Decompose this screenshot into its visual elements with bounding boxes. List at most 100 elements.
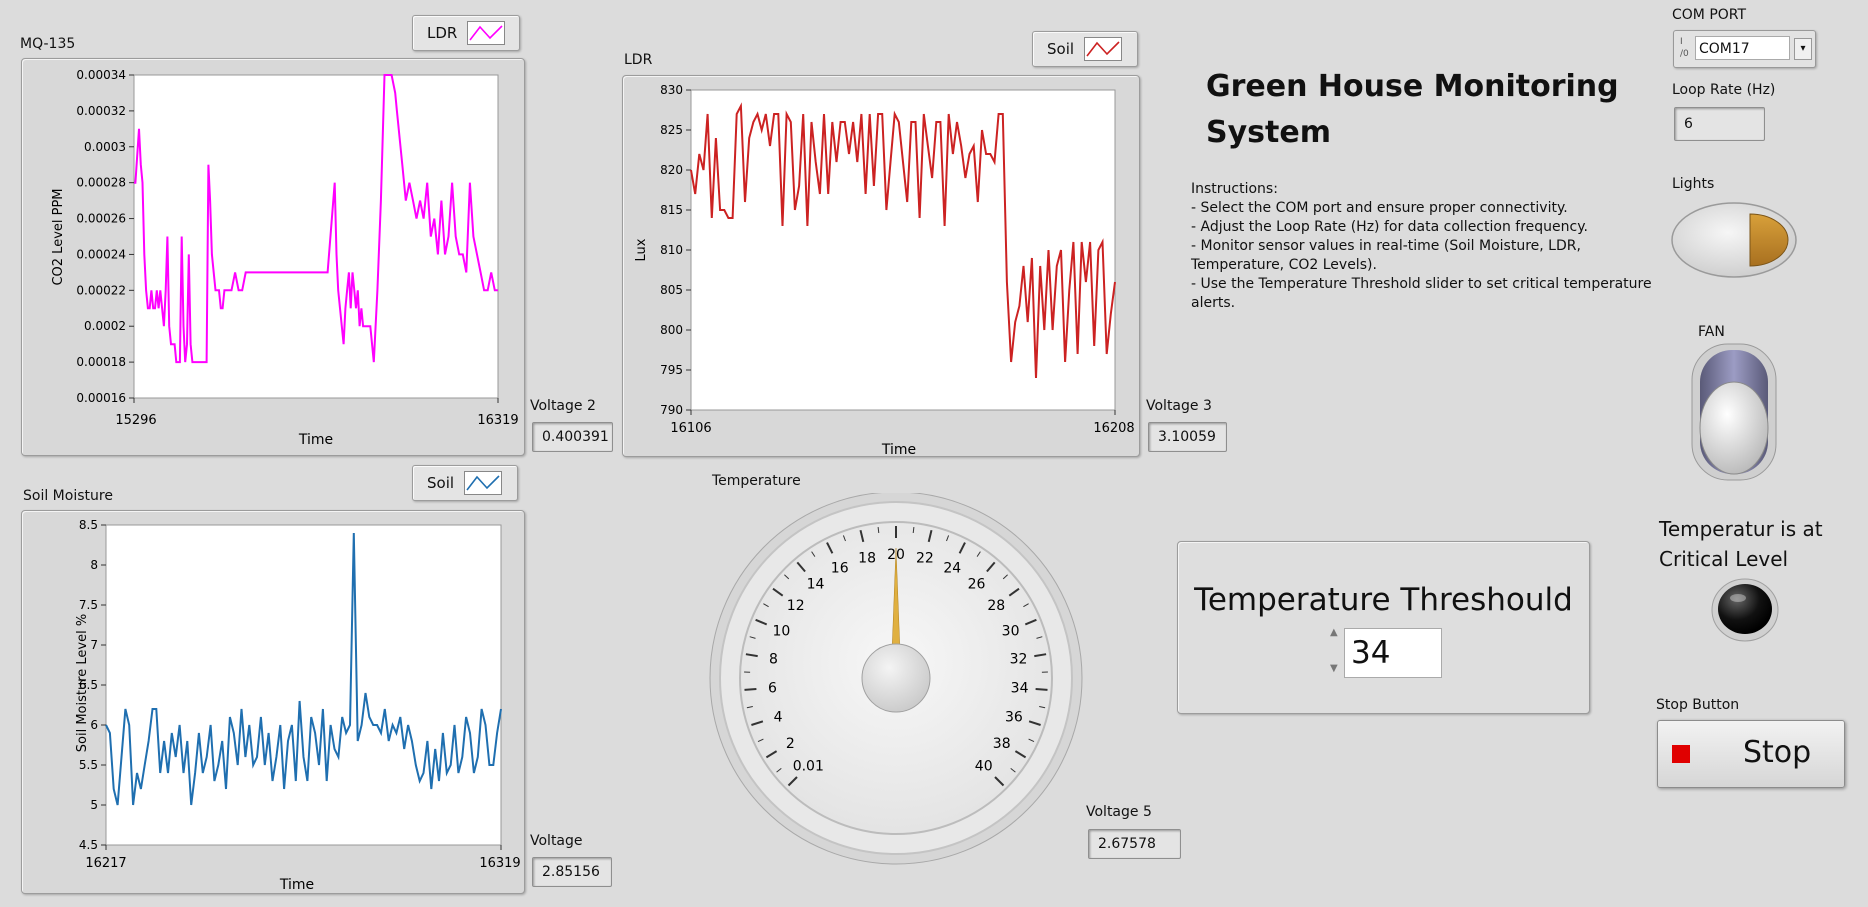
gauge-scale-label: 8	[769, 652, 778, 668]
title-line-2: System	[1206, 115, 1331, 150]
y-tick-label: 0.00018	[76, 355, 126, 369]
gauge-scale-label: 2	[786, 736, 795, 752]
mq135-legend[interactable]: LDR	[412, 15, 520, 51]
gauge-scale-label: 40	[975, 759, 993, 775]
y-tick-label: 6	[90, 718, 98, 732]
gauge-scale-label: 18	[858, 550, 876, 566]
x-max-label: 16319	[477, 413, 518, 428]
y-tick-label: 0.0003	[84, 140, 126, 154]
voltage3-label: Voltage 3	[1146, 398, 1212, 414]
soil-legend-label: Soil	[427, 474, 455, 492]
instructions: Instructions: - Select the COM port and …	[1191, 180, 1652, 313]
y-tick-label: 0.00016	[76, 391, 126, 405]
instruction-line: - Adjust the Loop Rate (Hz) for data col…	[1191, 219, 1588, 235]
ldr-chart-panel: 830 825 820 815 810 805 800 795 790 16106 16208 …	[622, 75, 1140, 457]
voltage2-indicator: 0.400391	[532, 422, 613, 452]
y-tick-label: 0.00028	[76, 176, 126, 190]
gauge-scale-label: 14	[807, 577, 825, 593]
critical-line-1: Temperatur is at	[1659, 517, 1823, 541]
gauge-scale-label: 22	[916, 550, 934, 566]
voltage3-indicator: 3.10059	[1148, 422, 1227, 452]
threshold-panel: Temperature Threshould ▲ ▼ 34	[1177, 541, 1590, 714]
y-tick-label: 8.5	[79, 518, 98, 532]
y-tick-label: 825	[660, 123, 683, 137]
y-axis-title: Soil Moisture Level %	[75, 614, 90, 752]
gauge-scale-label: 32	[1010, 652, 1028, 668]
y-tick-label: 800	[660, 323, 683, 337]
y-tick-label: 810	[660, 243, 683, 257]
stop-button[interactable]: Stop	[1657, 720, 1845, 788]
threshold-input[interactable]: 34	[1344, 628, 1442, 678]
fan-toggle-switch[interactable]	[1688, 342, 1780, 482]
critical-line-2: Critical Level	[1659, 547, 1789, 571]
y-axis-title: Lux	[634, 238, 649, 261]
mq135-legend-label: LDR	[427, 24, 458, 42]
voltage-indicator: 2.85156	[532, 857, 612, 887]
temperature-label: Temperature	[712, 473, 801, 489]
instruction-line: - Select the COM port and ensure proper …	[1191, 200, 1568, 216]
y-tick-label: 4.5	[79, 838, 98, 852]
stop-square-icon	[1672, 745, 1690, 763]
gauge-scale-label: 6	[768, 681, 777, 697]
gauge-scale-label: 10	[772, 624, 790, 640]
instruction-line: Instructions:	[1191, 181, 1278, 197]
y-tick-label: 0.0002	[84, 319, 126, 333]
mq135-chart-label: MQ-135	[20, 36, 76, 52]
x-min-label: 16217	[85, 856, 126, 871]
y-tick-label: 820	[660, 163, 683, 177]
y-tick-label: 0.00032	[76, 104, 126, 118]
instruction-line: - Use the Temperature Threshold slider t…	[1191, 276, 1652, 292]
voltage2-label: Voltage 2	[530, 398, 596, 414]
x-max-label: 16208	[1093, 421, 1134, 436]
x-axis-title: Time	[298, 432, 333, 448]
increment-arrow-icon[interactable]: ▲	[1330, 627, 1344, 639]
y-tick-label: 7.5	[79, 598, 98, 612]
gauge-scale-label: 4	[774, 709, 783, 725]
ldr-legend-label: Soil	[1047, 40, 1075, 58]
y-tick-label: 0.00034	[76, 68, 126, 82]
stop-button-text: Stop	[1743, 735, 1812, 770]
decrement-arrow-icon[interactable]: ▼	[1330, 663, 1344, 675]
x-min-label: 15296	[115, 413, 156, 428]
stop-button-label: Stop Button	[1656, 697, 1740, 713]
mq135-chart-panel: 0.00034 0.00032 0.0003 0.00028 0.00026 0.0002…	[21, 58, 525, 456]
voltage5-label: Voltage 5	[1086, 804, 1152, 820]
ldr-legend[interactable]: Soil	[1032, 31, 1138, 67]
gauge-scale-label: 30	[1002, 624, 1020, 640]
y-tick-label: 8	[90, 558, 98, 572]
io-icon: I/0	[1680, 37, 1689, 59]
gauge-scale-label: 28	[987, 598, 1005, 614]
mq135-legend-swatch-icon	[467, 21, 506, 45]
title-line-1: Green House Monitoring	[1206, 69, 1619, 104]
soil-chart[interactable]: 8.587.576.565.554.5 16217 16319 Time Soi…	[22, 511, 524, 893]
mq135-chart[interactable]: 0.00034 0.00032 0.0003 0.00028 0.00026 0.0002…	[22, 59, 524, 455]
y-tick-label: 5	[90, 798, 98, 812]
critical-level-led	[1711, 578, 1779, 642]
loop-rate-input[interactable]: 6	[1674, 107, 1765, 141]
x-min-label: 16106	[670, 421, 711, 436]
instruction-line: - Monitor sensor values in real-time (So…	[1191, 238, 1581, 254]
gauge-tick	[744, 688, 757, 691]
ldr-chart-label: LDR	[624, 52, 653, 68]
gauge-scale-label: 24	[943, 561, 961, 577]
lights-label: Lights	[1672, 176, 1715, 192]
soil-legend[interactable]: Soil	[412, 465, 518, 501]
threshold-stepper[interactable]: ▲ ▼	[1330, 627, 1344, 679]
com-port-select[interactable]: I/0 COM17 ▾	[1673, 30, 1816, 68]
gauge-scale-label: 38	[993, 736, 1011, 752]
ldr-chart[interactable]: 830825820815810805800795790 16106 16208 …	[623, 76, 1139, 456]
com-port-label: COM PORT	[1672, 7, 1747, 23]
y-tick-label: 815	[660, 203, 683, 217]
temperature-gauge[interactable]: 0.01246810121416182022242628303234363840	[708, 493, 1088, 867]
y-tick-label: 0.00022	[76, 283, 126, 297]
gauge-scale-label: 12	[787, 598, 805, 614]
lights-led	[1671, 202, 1797, 278]
plot-area	[105, 524, 502, 846]
instruction-line: Temperature, CO2 Levels).	[1191, 257, 1377, 273]
y-axis-title: CO2 Level PPM	[51, 188, 66, 285]
chevron-down-icon[interactable]: ▾	[1794, 38, 1812, 60]
com-port-value: COM17	[1695, 36, 1790, 60]
voltage5-indicator: 2.67578	[1088, 829, 1181, 859]
plot-area	[690, 89, 1116, 411]
fan-label: FAN	[1698, 324, 1725, 340]
